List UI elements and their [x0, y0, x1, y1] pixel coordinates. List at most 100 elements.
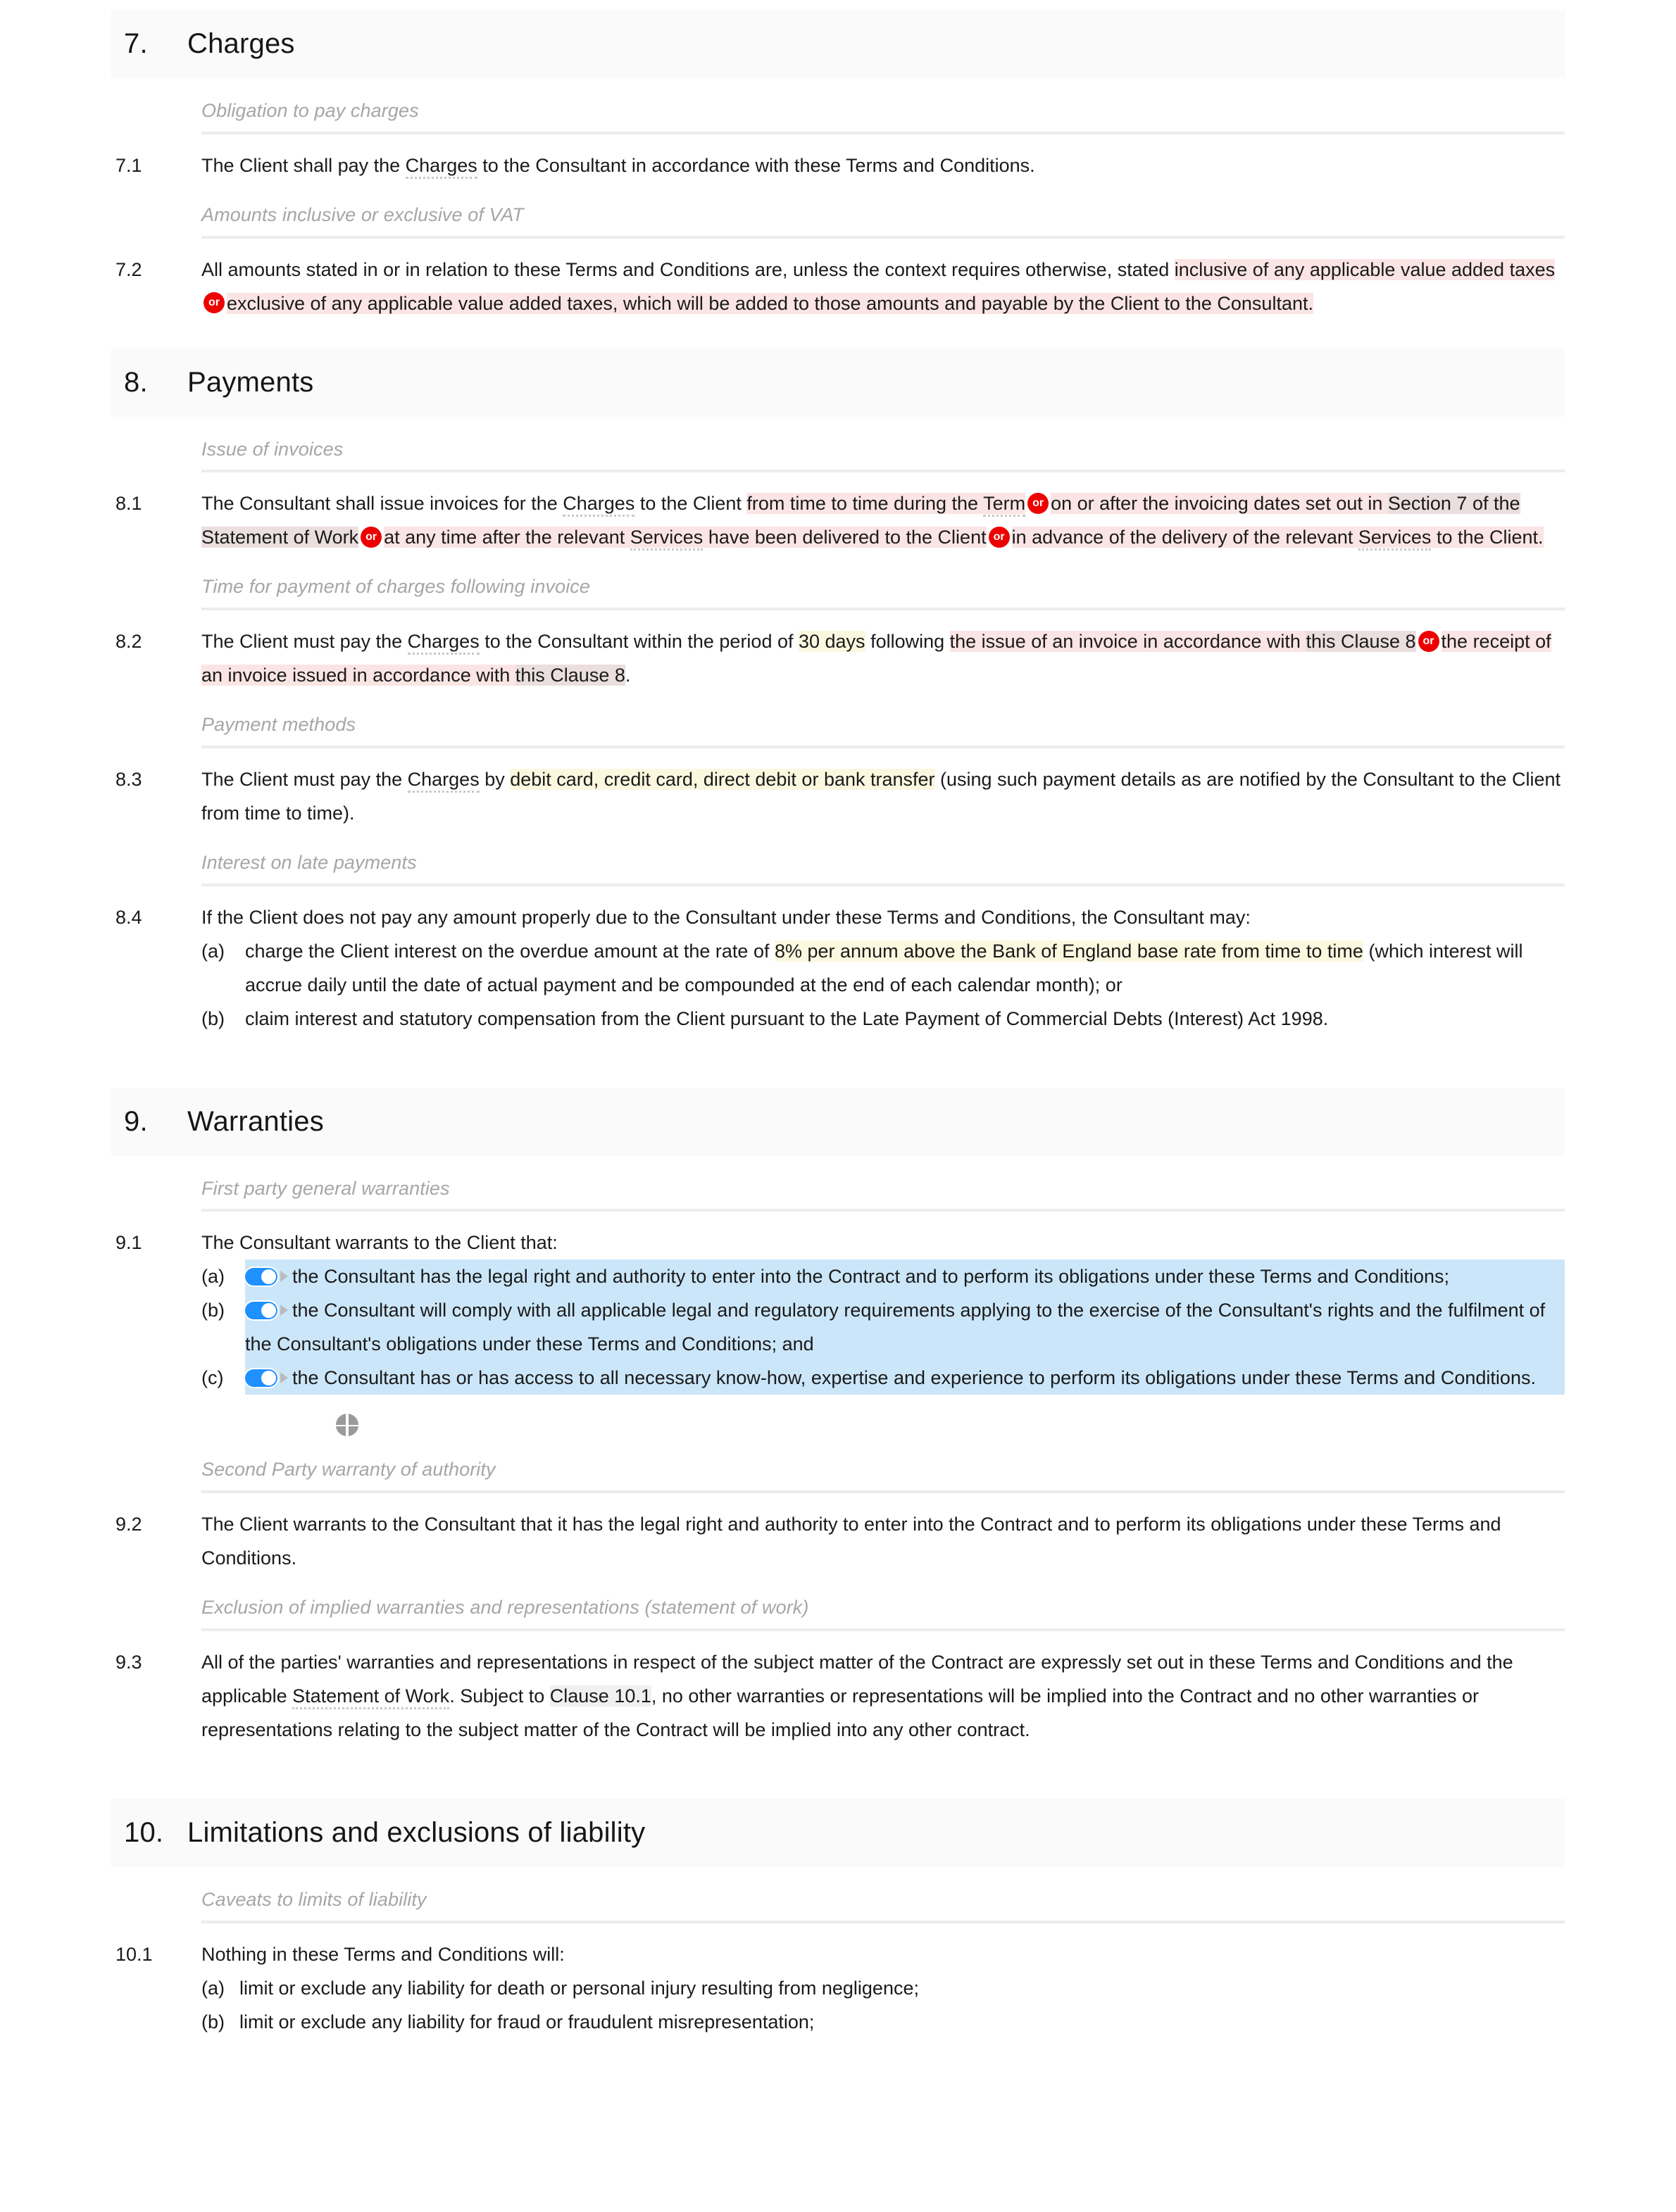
- text-fragment: All amounts stated in or in relation to …: [201, 258, 1175, 280]
- text-fragment: The Client shall pay the: [201, 154, 406, 176]
- optional-clause-variant: in advance of the delivery of the releva…: [1011, 527, 1544, 551]
- or-badge[interactable]: or: [988, 527, 1010, 548]
- editable-variable[interactable]: 30 days: [798, 631, 865, 652]
- cross-reference[interactable]: this Clause 8: [1306, 631, 1416, 652]
- warranty-toggle-switch[interactable]: [245, 1301, 277, 1319]
- optional-clause-variant: exclusive of any applicable value added …: [227, 292, 1313, 314]
- clause-number: 7.1: [115, 154, 142, 176]
- caption-block: Issue of invoices: [111, 417, 1565, 473]
- toggle-knob: [261, 1370, 276, 1385]
- clause-number: 8.2: [115, 631, 142, 652]
- clause-number: 8.1: [115, 493, 142, 515]
- clause-intro: Nothing in these Terms and Conditions wi…: [201, 1943, 565, 1965]
- sub-clause-text: the Consultant has the legal right and a…: [245, 1259, 1565, 1294]
- clause-number: 9.1: [115, 1232, 142, 1254]
- text-fragment: The Client must pay the: [201, 631, 408, 652]
- clause-caption: Interest on late payments: [201, 851, 417, 873]
- sub-clause-item: (b) the Consultant will comply with all …: [201, 1293, 1565, 1362]
- clause-8-4: 8.4 If the Client does not pay any amoun…: [111, 886, 1565, 1036]
- warranty-toggle-switch[interactable]: [245, 1369, 277, 1387]
- clause-7-2: 7.2 All amounts stated in or in relation…: [111, 239, 1565, 320]
- section-title: Limitations and exclusions of liability: [187, 1816, 646, 1848]
- caption-block: Obligation to pay charges: [111, 78, 1565, 134]
- text-fragment: to the Client.: [1431, 527, 1544, 548]
- clause-9-3: 9.3 All of the parties' warranties and r…: [111, 1631, 1565, 1747]
- text-fragment: The Client must pay the: [201, 768, 408, 790]
- text-fragment: by: [479, 768, 511, 790]
- sub-clause-text: limit or exclude any liability for death…: [239, 1977, 919, 1999]
- text-fragment: the Consultant has the legal right and a…: [292, 1266, 1449, 1288]
- sub-clause-label: (a): [201, 1266, 225, 1288]
- clause-8-1: 8.1 The Consultant shall issue invoices …: [111, 472, 1565, 554]
- caption-block: Caveats to limits of liability: [111, 1867, 1565, 1923]
- caption-block: First party general warranties: [111, 1156, 1565, 1212]
- clause-number: 8.3: [115, 768, 142, 790]
- toggle-pointer-icon: [280, 1271, 288, 1283]
- clause-text: If the Client does not pay any amount pr…: [201, 900, 1565, 1036]
- clause-caption: Time for payment of charges following in…: [201, 576, 591, 598]
- clause-text: The Consultant warrants to the Client th…: [201, 1226, 1565, 1437]
- defined-term: Charges: [563, 493, 635, 517]
- clause-number: 9.3: [115, 1651, 142, 1673]
- or-badge[interactable]: or: [1418, 630, 1439, 652]
- clause-caption: Exclusion of implied warranties and repr…: [201, 1597, 809, 1618]
- defined-term: Charges: [405, 154, 477, 179]
- clause-number: 10.1: [115, 1943, 153, 1965]
- warranty-toggle-switch[interactable]: [245, 1267, 277, 1286]
- section-title: Warranties: [187, 1105, 324, 1137]
- sub-clause-label: (b): [201, 2011, 225, 2032]
- clause-intro: If the Client does not pay any amount pr…: [201, 906, 1251, 928]
- clause-intro: The Consultant warrants to the Client th…: [201, 1232, 558, 1254]
- clause-text: The Client must pay the Charges by debit…: [201, 762, 1565, 830]
- text-fragment: the issue of an invoice in accordance wi…: [949, 631, 1306, 652]
- optional-clause-variant: from time to time during the Term: [746, 493, 1026, 517]
- clause-text: All of the parties' warranties and repre…: [201, 1645, 1565, 1747]
- text-fragment: the Consultant has or has access to all …: [292, 1367, 1536, 1389]
- text-fragment: to the Client: [634, 493, 747, 515]
- caption-block: Payment methods: [111, 692, 1565, 748]
- clause-text: The Consultant shall issue invoices for …: [201, 486, 1565, 554]
- or-badge[interactable]: or: [204, 292, 225, 314]
- sub-clause-label: (c): [201, 1367, 224, 1389]
- cross-reference[interactable]: this Clause 8: [515, 665, 625, 686]
- defined-term: Charges: [407, 631, 480, 655]
- sub-clause-item: (a) the Consultant has the legal right a…: [201, 1259, 1565, 1294]
- section-header-9: 9. Warranties: [111, 1087, 1565, 1156]
- clause-9-1: 9.1 The Consultant warrants to the Clien…: [111, 1212, 1565, 1437]
- clause-8-3: 8.3 The Client must pay the Charges by d…: [111, 748, 1565, 830]
- or-badge[interactable]: or: [1027, 493, 1049, 515]
- text-fragment: from time to time during the: [746, 493, 984, 515]
- sub-clause-item: (a) limit or exclude any liability for d…: [201, 1971, 1565, 2005]
- optional-clause-variant: inclusive of any applicable value added …: [1174, 258, 1556, 280]
- cross-reference[interactable]: Clause 10.1: [549, 1685, 651, 1707]
- caption-block: Exclusion of implied warranties and repr…: [111, 1575, 1565, 1631]
- document-page: 7. Charges Obligation to pay charges 7.1…: [0, 0, 1676, 2212]
- text-fragment: to the Consultant in accordance with the…: [477, 154, 1035, 176]
- clause-caption: First party general warranties: [201, 1177, 450, 1199]
- text-fragment: at any time after the relevant: [384, 527, 630, 548]
- clause-10-1: 10.1 Nothing in these Terms and Conditio…: [111, 1923, 1565, 2039]
- sub-clause-item: (a) charge the Client interest on the ov…: [201, 934, 1565, 1002]
- sub-clause-text: the Consultant has or has access to all …: [245, 1361, 1565, 1395]
- caption-block: Interest on late payments: [111, 830, 1565, 886]
- clause-caption: Issue of invoices: [201, 438, 344, 460]
- text-fragment: have been delivered to the Client: [703, 527, 987, 548]
- sub-clause-item: (b) limit or exclude any liability for f…: [201, 2005, 1565, 2039]
- defined-term: Term: [983, 493, 1026, 517]
- move-handle-icon[interactable]: [335, 1413, 359, 1437]
- text-fragment: .: [625, 665, 631, 686]
- clause-text: Nothing in these Terms and Conditions wi…: [201, 1937, 1565, 2039]
- section-number: 7.: [124, 28, 148, 59]
- editable-variable[interactable]: debit card, credit card, direct debit or…: [510, 768, 935, 790]
- sub-clause-text: charge the Client interest on the overdu…: [245, 934, 1565, 1002]
- editable-variable[interactable]: 8% per annum above the Bank of England b…: [774, 940, 1363, 962]
- toggle-pointer-icon: [280, 1372, 288, 1384]
- sub-clause-list: (a) charge the Client interest on the ov…: [201, 934, 1565, 1036]
- clause-7-1: 7.1 The Client shall pay the Charges to …: [111, 134, 1565, 182]
- sub-clause-text: limit or exclude any liability for fraud…: [239, 2011, 815, 2032]
- text-fragment: . Subject to: [449, 1685, 550, 1707]
- sub-clause-label: (a): [201, 1977, 225, 1999]
- sub-clause-label: (b): [201, 1300, 225, 1321]
- or-badge[interactable]: or: [361, 527, 382, 548]
- clause-number: 9.2: [115, 1514, 142, 1535]
